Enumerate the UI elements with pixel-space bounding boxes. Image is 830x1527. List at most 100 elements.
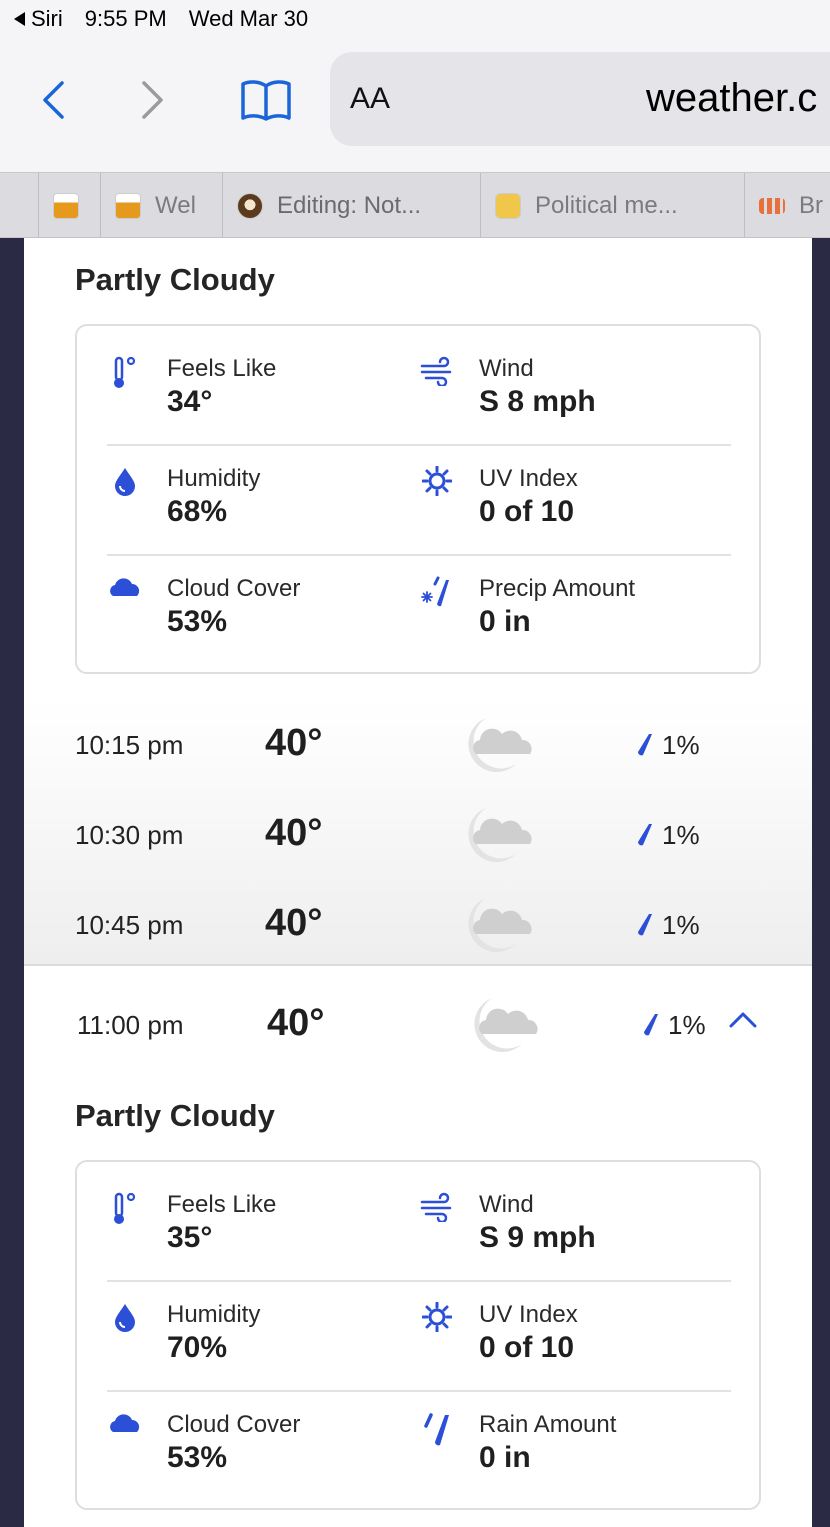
hour-row[interactable]: 10:15 pm 40° 1% — [24, 700, 812, 790]
hour-row[interactable]: 10:30 pm 40° 1% — [24, 790, 812, 880]
humidity-cell: Humidity 68% — [107, 464, 260, 530]
hour-precip: 1% — [636, 910, 700, 941]
hourly-list: 10:15 pm 40° 1% 10:30 pm 40° 1% 10:45 pm… — [24, 700, 812, 966]
uv-index-value: 0 of 10 — [479, 1331, 575, 1364]
cloud-cover-label: Cloud Cover — [167, 1411, 301, 1438]
hour-row-expanded[interactable]: 11:00 pm 40° 1% — [24, 980, 812, 1070]
wind-label: Wind — [479, 355, 534, 382]
uv-index-label: UV Index — [479, 465, 578, 492]
humidity-value: 68% — [167, 495, 228, 528]
wind-value: S 8 mph — [479, 385, 596, 418]
collapse-button[interactable] — [728, 1010, 758, 1035]
details-card: Feels Like 34° Wind S 8 mph Humidity 68% — [75, 324, 761, 674]
hour-time: 11:00 pm — [77, 1010, 184, 1040]
bookmarks-button[interactable] — [238, 72, 294, 128]
back-app-label: Siri — [31, 6, 63, 31]
precip-chance: 1% — [668, 1010, 706, 1040]
tab-label: Political me... — [535, 192, 678, 219]
beer-favicon-icon — [115, 193, 141, 219]
chart-favicon-icon — [759, 198, 785, 214]
tab-2[interactable]: Wel — [100, 173, 222, 237]
uv-index-value: 0 of 10 — [479, 495, 575, 528]
status-bar: Siri 9:55 PM Wed Mar 30 — [14, 6, 308, 32]
uv-index-cell: UV Index 0 of 10 — [419, 464, 578, 530]
hour-temp: 40° — [267, 1002, 325, 1044]
book-icon — [241, 80, 291, 121]
wind-cell: Wind S 8 mph — [419, 354, 596, 420]
tab-label: Wel — [155, 192, 196, 219]
wind-label: Wind — [479, 1191, 534, 1218]
hour-precip: 1% — [636, 820, 700, 851]
feels-like-value: 34° — [167, 385, 213, 418]
sun-icon — [419, 464, 455, 500]
moon-cloud-icon — [460, 804, 544, 873]
hour-precip: 1% — [642, 1010, 706, 1041]
details-card: Feels Like 35° Wind S 9 mph Humidity 70% — [75, 1160, 761, 1510]
humidity-label: Humidity — [167, 465, 261, 492]
divider — [107, 1280, 731, 1282]
back-button[interactable] — [28, 72, 78, 128]
raindrop-icon — [638, 913, 652, 935]
tab-label: Editing: Not... — [277, 192, 422, 219]
hour-precip: 1% — [636, 730, 700, 761]
beer-glass-favicon-icon — [495, 193, 521, 219]
rain-amount-cell: Rain Amount 0 in — [419, 1410, 616, 1476]
moon-cloud-icon — [460, 714, 544, 783]
cloud-icon — [107, 574, 143, 610]
humidity-value: 70% — [167, 1331, 228, 1364]
chevron-right-icon — [142, 81, 163, 119]
back-to-app[interactable]: Siri — [14, 6, 63, 32]
divider — [107, 444, 731, 446]
forward-button[interactable] — [128, 72, 178, 128]
water-drop-icon — [107, 464, 143, 500]
tab-bar: Wel Editing: Not... Political me... Br — [0, 172, 830, 238]
precip-amount-label: Precip Amount — [479, 575, 636, 602]
hour-temp: 40° — [265, 722, 323, 764]
moon-cloud-icon — [460, 894, 544, 963]
tab-5[interactable]: Br — [744, 173, 830, 237]
uv-index-label: UV Index — [479, 1301, 578, 1328]
cloud-cover-label: Cloud Cover — [167, 575, 301, 602]
precip-chance: 1% — [662, 820, 700, 850]
address-bar[interactable]: AA weather.c — [330, 52, 830, 146]
rain-amount-value: 0 in — [479, 1441, 531, 1474]
tab-3[interactable]: Editing: Not... — [222, 173, 480, 237]
divider — [107, 1390, 731, 1392]
tab-1[interactable] — [38, 173, 100, 237]
reader-text-size-button[interactable]: AA — [350, 82, 390, 116]
tab-4[interactable]: Political me... — [480, 173, 744, 237]
hour-temp: 40° — [265, 902, 323, 944]
wind-icon — [419, 354, 455, 390]
raindrop-icon — [638, 823, 652, 845]
status-time: 9:55 PM — [84, 6, 167, 31]
water-drop-icon — [107, 1300, 143, 1336]
uv-index-cell: UV Index 0 of 10 — [419, 1300, 578, 1366]
cloud-icon — [107, 1410, 143, 1446]
thermometer-icon — [107, 1190, 143, 1226]
feels-like-label: Feels Like — [167, 355, 277, 382]
hour-time: 10:45 pm — [75, 910, 184, 940]
aa-label: AA — [350, 82, 391, 115]
precip-amount-cell: Precip Amount 0 in — [419, 574, 635, 640]
thermometer-icon — [107, 354, 143, 390]
cloud-cover-value: 53% — [167, 1441, 228, 1474]
feels-like-cell: Feels Like 34° — [107, 354, 276, 420]
cloud-cover-value: 53% — [167, 605, 228, 638]
feels-like-cell: Feels Like 35° — [107, 1190, 276, 1256]
humidity-label: Humidity — [167, 1301, 261, 1328]
divider — [107, 554, 731, 556]
raindrop-icon — [638, 733, 652, 755]
back-triangle-icon — [14, 12, 25, 26]
precip-amount-value: 0 in — [479, 605, 531, 638]
raindrop-icon — [644, 1013, 658, 1035]
rain-icon — [419, 1410, 455, 1446]
precip-chance: 1% — [662, 730, 700, 760]
condition-title: Partly Cloudy — [75, 262, 275, 297]
hour-row[interactable]: 10:45 pm 40° 1% — [24, 880, 812, 970]
url-text: weather.c — [646, 76, 818, 120]
moon-cloud-icon — [466, 994, 550, 1063]
hour-temp: 40° — [265, 812, 323, 854]
chevron-left-icon — [43, 81, 64, 119]
feels-like-value: 35° — [167, 1221, 213, 1254]
feels-like-label: Feels Like — [167, 1191, 277, 1218]
